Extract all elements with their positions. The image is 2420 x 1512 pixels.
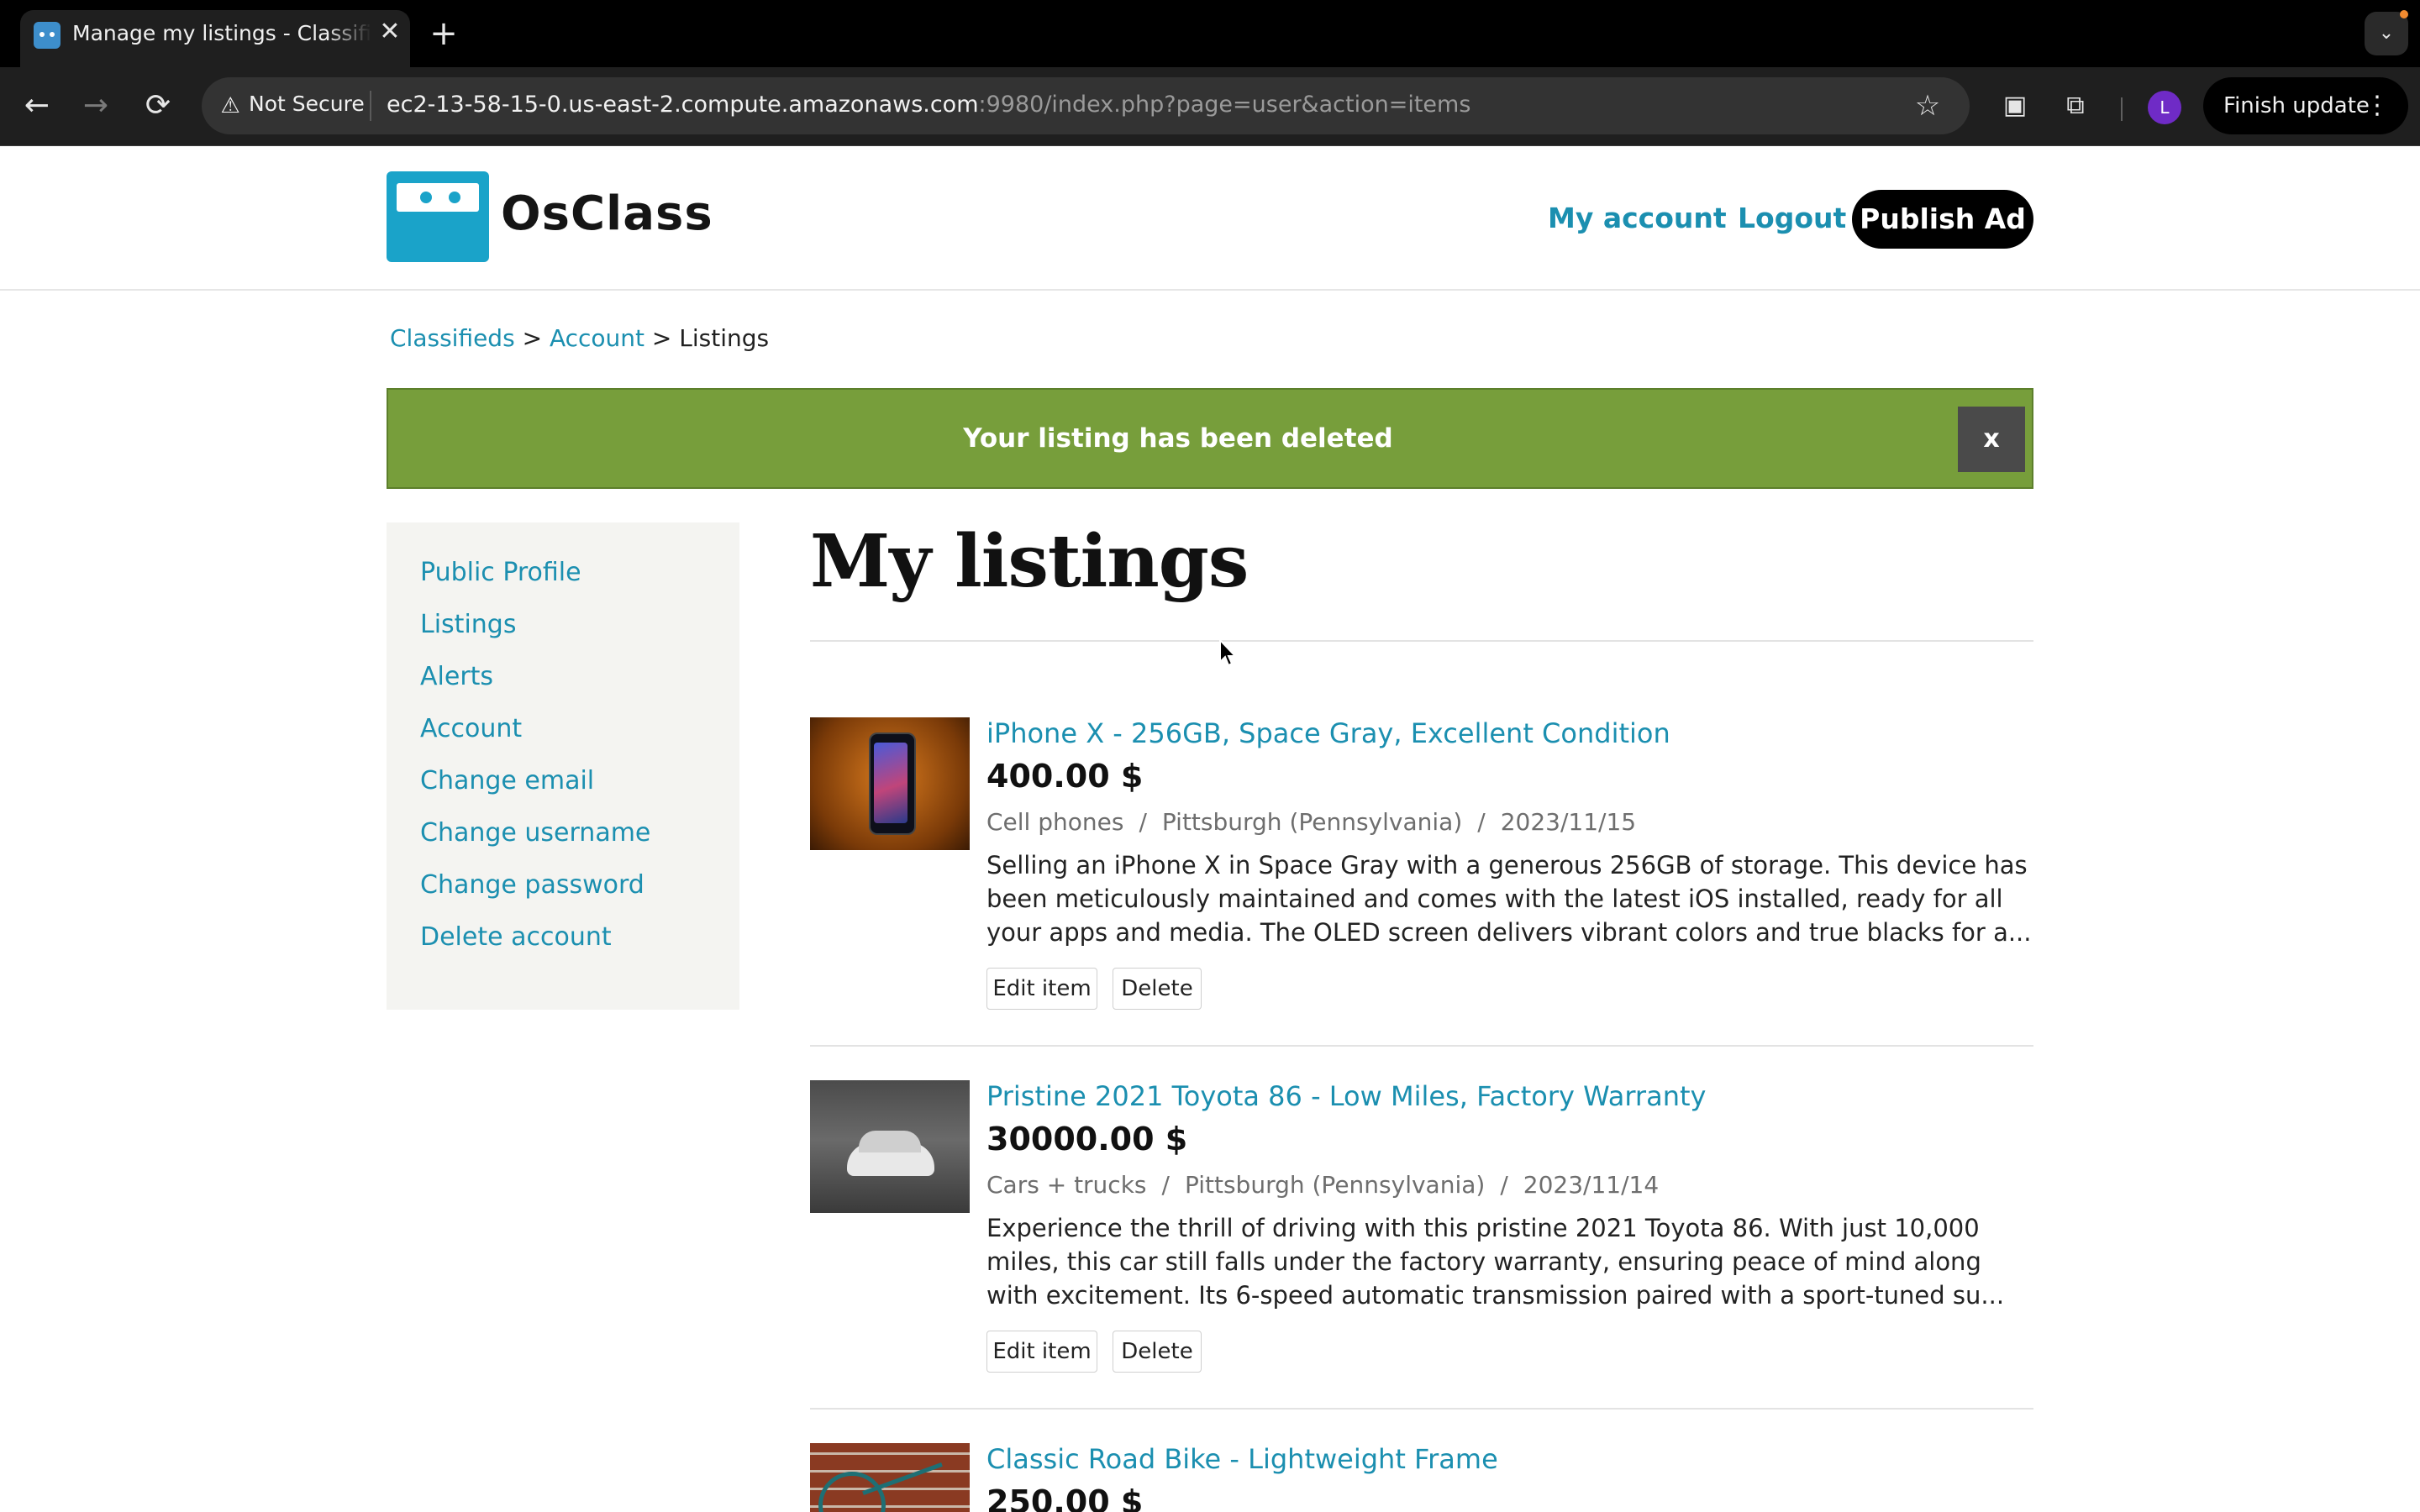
listing-item: Classic Road Bike - Lightweight Frame 25… — [810, 1443, 2033, 1512]
flash-close-button[interactable]: x — [1958, 407, 2025, 472]
listing-category: Cars + trucks — [986, 1171, 1147, 1199]
warning-icon: ⚠ — [220, 93, 240, 118]
listing-thumbnail[interactable] — [810, 1080, 970, 1213]
logo-text[interactable]: OsClass — [501, 186, 713, 241]
url-host: ec2-13-58-15-0.us-east-2.compute.amazona… — [387, 92, 979, 118]
finish-update-label: Finish update — [2223, 93, 2370, 118]
breadcrumb-separator: > — [522, 324, 543, 352]
listing-meta: Cars + trucks / Pittsburgh (Pennsylvania) /… — [986, 1171, 1659, 1199]
tab-search-icon[interactable]: ⌄ — [2365, 12, 2408, 55]
listing-description: Experience the thrill of driving with th… — [986, 1214, 2005, 1310]
finish-update-button[interactable]: Finish update ⋮ — [2203, 77, 2408, 134]
browser-tabstrip: Manage my listings - Classifieds ✕ + ⌄ — [0, 0, 2420, 67]
reload-icon[interactable]: ⟳ — [138, 86, 178, 126]
sidebar-item-change-email[interactable]: Change email — [420, 766, 594, 795]
address-bar[interactable]: ⚠ Not Secure ec2-13-58-15-0.us-east-2.co… — [202, 77, 1970, 134]
listing-category: Cell phones — [986, 808, 1124, 836]
profile-avatar[interactable]: L — [2148, 91, 2181, 124]
site-header: OsClass My account Logout Publish Ad — [0, 146, 2420, 291]
listing-title-link[interactable]: Classic Road Bike - Lightweight Frame — [986, 1443, 1498, 1475]
url-path: :9980/index.php?page=user&action=items — [978, 92, 1471, 118]
sidebar-item-account[interactable]: Account — [420, 714, 522, 743]
meta-separator: / — [1477, 808, 1486, 836]
site-favicon-icon — [34, 22, 60, 49]
sidebar-item-listings[interactable]: Listings — [420, 610, 516, 639]
sidebar-item-public-profile[interactable]: Public Profile — [420, 558, 581, 587]
browser-tab-active[interactable]: Manage my listings - Classifieds ✕ — [20, 10, 410, 67]
osclass-logo-icon[interactable] — [387, 171, 489, 262]
flash-message: Your listing has been deleted x — [387, 388, 2033, 489]
listing-date: 2023/11/14 — [1523, 1171, 1660, 1199]
edit-item-button[interactable]: Edit item — [986, 968, 1097, 1010]
update-indicator-dot — [2400, 10, 2408, 18]
my-account-link[interactable]: My account — [1548, 202, 1727, 234]
publish-ad-button[interactable]: Publish Ad — [1852, 190, 2033, 249]
more-menu-icon[interactable]: ⋮ — [2365, 77, 2390, 134]
listing-date: 2023/11/15 — [1500, 808, 1637, 836]
delete-button[interactable]: Delete — [1113, 1331, 1202, 1373]
new-tab-button[interactable]: + — [427, 13, 460, 54]
logout-link[interactable]: Logout — [1738, 202, 1846, 234]
address-divider — [370, 91, 371, 121]
listing-thumbnail[interactable] — [810, 1443, 970, 1512]
listing-title-link[interactable]: iPhone X - 256GB, Space Gray, Excellent … — [986, 717, 1670, 749]
extensions-puzzle-icon[interactable]: ⧉ — [2055, 86, 2096, 126]
toolbar-separator — [2121, 97, 2123, 121]
page-title: My listings — [810, 519, 1249, 604]
listing-price: 30000.00 $ — [986, 1121, 1188, 1158]
listing-divider — [810, 1408, 2033, 1410]
delete-button[interactable]: Delete — [1113, 968, 1202, 1010]
listing-price: 250.00 $ — [986, 1483, 1144, 1512]
breadcrumb-separator: > — [651, 324, 672, 352]
close-tab-icon[interactable]: ✕ — [373, 15, 407, 49]
breadcrumb-classifieds[interactable]: Classifieds — [390, 324, 515, 352]
title-divider — [810, 640, 2033, 642]
back-icon[interactable]: ← — [17, 86, 57, 126]
mouse-cursor-icon — [1219, 638, 1238, 667]
account-sidebar: Public Profile Listings Alerts Account C… — [387, 522, 739, 1010]
sidebar-item-change-username[interactable]: Change username — [420, 818, 650, 848]
sidebar-item-delete-account[interactable]: Delete account — [420, 922, 612, 952]
breadcrumb-account[interactable]: Account — [550, 324, 644, 352]
listing-meta: Cell phones / Pittsburgh (Pennsylvania) / 20… — [986, 808, 1636, 836]
breadcrumb-current: Listings — [679, 324, 770, 352]
bookmark-star-icon[interactable]: ☆ — [1909, 87, 1946, 124]
listing-price: 400.00 $ — [986, 758, 1144, 795]
listing-thumbnail[interactable] — [810, 717, 970, 850]
sidebar-item-change-password[interactable]: Change password — [420, 870, 644, 900]
meta-separator: / — [1161, 1171, 1170, 1199]
listing-divider — [810, 1045, 2033, 1047]
meta-separator: / — [1500, 1171, 1508, 1199]
breadcrumb: Classifieds > Account > Listings — [390, 324, 769, 352]
not-secure-label[interactable]: Not Secure — [249, 92, 365, 116]
url-text[interactable]: ec2-13-58-15-0.us-east-2.compute.amazona… — [387, 92, 1470, 118]
extension-icon[interactable]: ▣ — [1995, 86, 2035, 126]
sidebar-item-alerts[interactable]: Alerts — [420, 662, 493, 691]
meta-separator: / — [1139, 808, 1147, 836]
browser-toolbar: ← → ⟳ ⚠ Not Secure ec2-13-58-15-0.us-eas… — [0, 67, 2420, 146]
flash-message-text: Your listing has been deleted — [963, 423, 1393, 454]
edit-item-button[interactable]: Edit item — [986, 1331, 1097, 1373]
listing-title-link[interactable]: Pristine 2021 Toyota 86 - Low Miles, Fac… — [986, 1080, 1706, 1112]
listing-location: Pittsburgh (Pennsylvania) — [1161, 808, 1463, 836]
listing-description: Selling an iPhone X in Space Gray with a… — [986, 851, 2032, 947]
forward-icon[interactable]: → — [76, 86, 116, 126]
listing-location: Pittsburgh (Pennsylvania) — [1184, 1171, 1486, 1199]
tab-title: Manage my listings - Classifieds — [72, 21, 371, 45]
